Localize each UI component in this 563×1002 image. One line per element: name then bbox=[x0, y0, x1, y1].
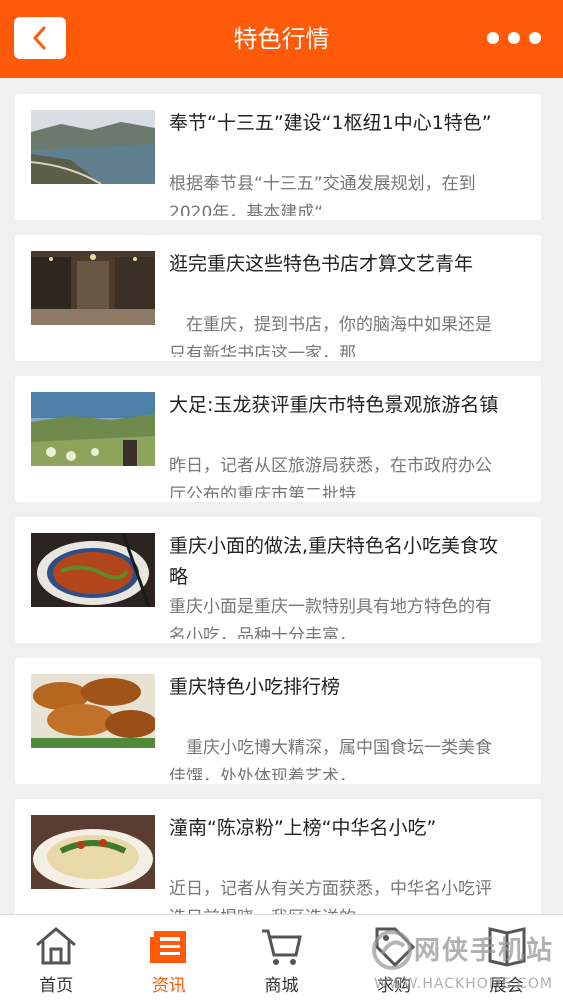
home-icon bbox=[33, 923, 79, 969]
article-title: 潼南“陈凉粉”上榜“中华名小吃” bbox=[169, 817, 437, 839]
article-thumbnail bbox=[31, 110, 155, 184]
article-card[interactable]: 逛完重庆这些特色书店才算文艺青年 在重庆，提到书店，你的脑海中如果还是只有新华书… bbox=[15, 235, 541, 361]
tab-label: 首页 bbox=[39, 976, 74, 996]
article-thumbnail bbox=[31, 674, 155, 748]
cart-icon bbox=[258, 923, 304, 969]
article-summary: 昨日，记者从区旅游局获悉，在市政府办公厅公布的重庆市第二批特 bbox=[169, 456, 492, 498]
tab-label: 展会 bbox=[489, 976, 524, 996]
tab-label: 商城 bbox=[264, 976, 299, 996]
article-title: 重庆小面的做法,重庆特色名小吃美食攻略 bbox=[169, 535, 499, 588]
article-card[interactable]: 奉节“十三五”建设“1枢纽1中心1特色” 根据奉节县“十三五”交通发展规划，在到… bbox=[15, 94, 541, 220]
article-title: 逛完重庆这些特色书店才算文艺青年 bbox=[169, 253, 474, 275]
tab-exhibition[interactable]: 展会 bbox=[450, 915, 563, 1002]
book-icon bbox=[484, 923, 530, 969]
article-thumbnail bbox=[31, 815, 155, 889]
article-thumbnail bbox=[31, 533, 155, 607]
article-summary: 重庆小吃博大精深，属中国食坛一类美食佳馔，处处体现着艺术， bbox=[169, 738, 492, 780]
tab-shop[interactable]: 商城 bbox=[225, 915, 338, 1002]
tab-purchase[interactable]: 求购 bbox=[338, 915, 451, 1002]
tag-icon bbox=[371, 923, 417, 969]
tab-news[interactable]: 资讯 bbox=[113, 915, 226, 1002]
more-button[interactable] bbox=[487, 26, 541, 50]
article-card[interactable]: 大足:玉龙获评重庆市特色景观旅游名镇 昨日，记者从区旅游局获悉，在市政府办公厅公… bbox=[15, 376, 541, 502]
article-title: 重庆特色小吃排行榜 bbox=[169, 676, 341, 698]
bottom-tab-bar: 首页 资讯 商城 求购 展会 bbox=[0, 914, 563, 1002]
more-dots-icon bbox=[487, 32, 499, 44]
page-title: 特色行情 bbox=[233, 25, 330, 53]
tab-label: 求购 bbox=[377, 976, 412, 996]
article-summary: 根据奉节县“十三五”交通发展规划，在到2020年，基本建成“ bbox=[169, 174, 476, 216]
article-title: 奉节“十三五”建设“1枢纽1中心1特色” bbox=[169, 112, 492, 134]
article-thumbnail bbox=[31, 251, 155, 325]
article-summary: 在重庆，提到书店，你的脑海中如果还是只有新华书店这一家，那 bbox=[169, 315, 492, 357]
article-summary: 重庆小面是重庆一款特别具有地方特色的有名小吃，品种十分丰富， bbox=[169, 597, 492, 639]
article-card[interactable]: 重庆特色小吃排行榜 重庆小吃博大精深，属中国食坛一类美食佳馔，处处体现着艺术， bbox=[15, 658, 541, 784]
top-bar: 特色行情 bbox=[0, 0, 563, 78]
tab-home[interactable]: 首页 bbox=[0, 915, 113, 1002]
news-icon bbox=[146, 923, 192, 969]
article-card[interactable]: 潼南“陈凉粉”上榜“中华名小吃” 近日，记者从有关方面获悉，中华名小吃评选日前揭… bbox=[15, 799, 541, 925]
article-title: 大足:玉龙获评重庆市特色景观旅游名镇 bbox=[169, 394, 499, 416]
article-thumbnail bbox=[31, 392, 155, 466]
article-card[interactable]: 重庆小面的做法,重庆特色名小吃美食攻略 重庆小面是重庆一款特别具有地方特色的有名… bbox=[15, 517, 541, 643]
tab-label: 资讯 bbox=[151, 976, 186, 996]
